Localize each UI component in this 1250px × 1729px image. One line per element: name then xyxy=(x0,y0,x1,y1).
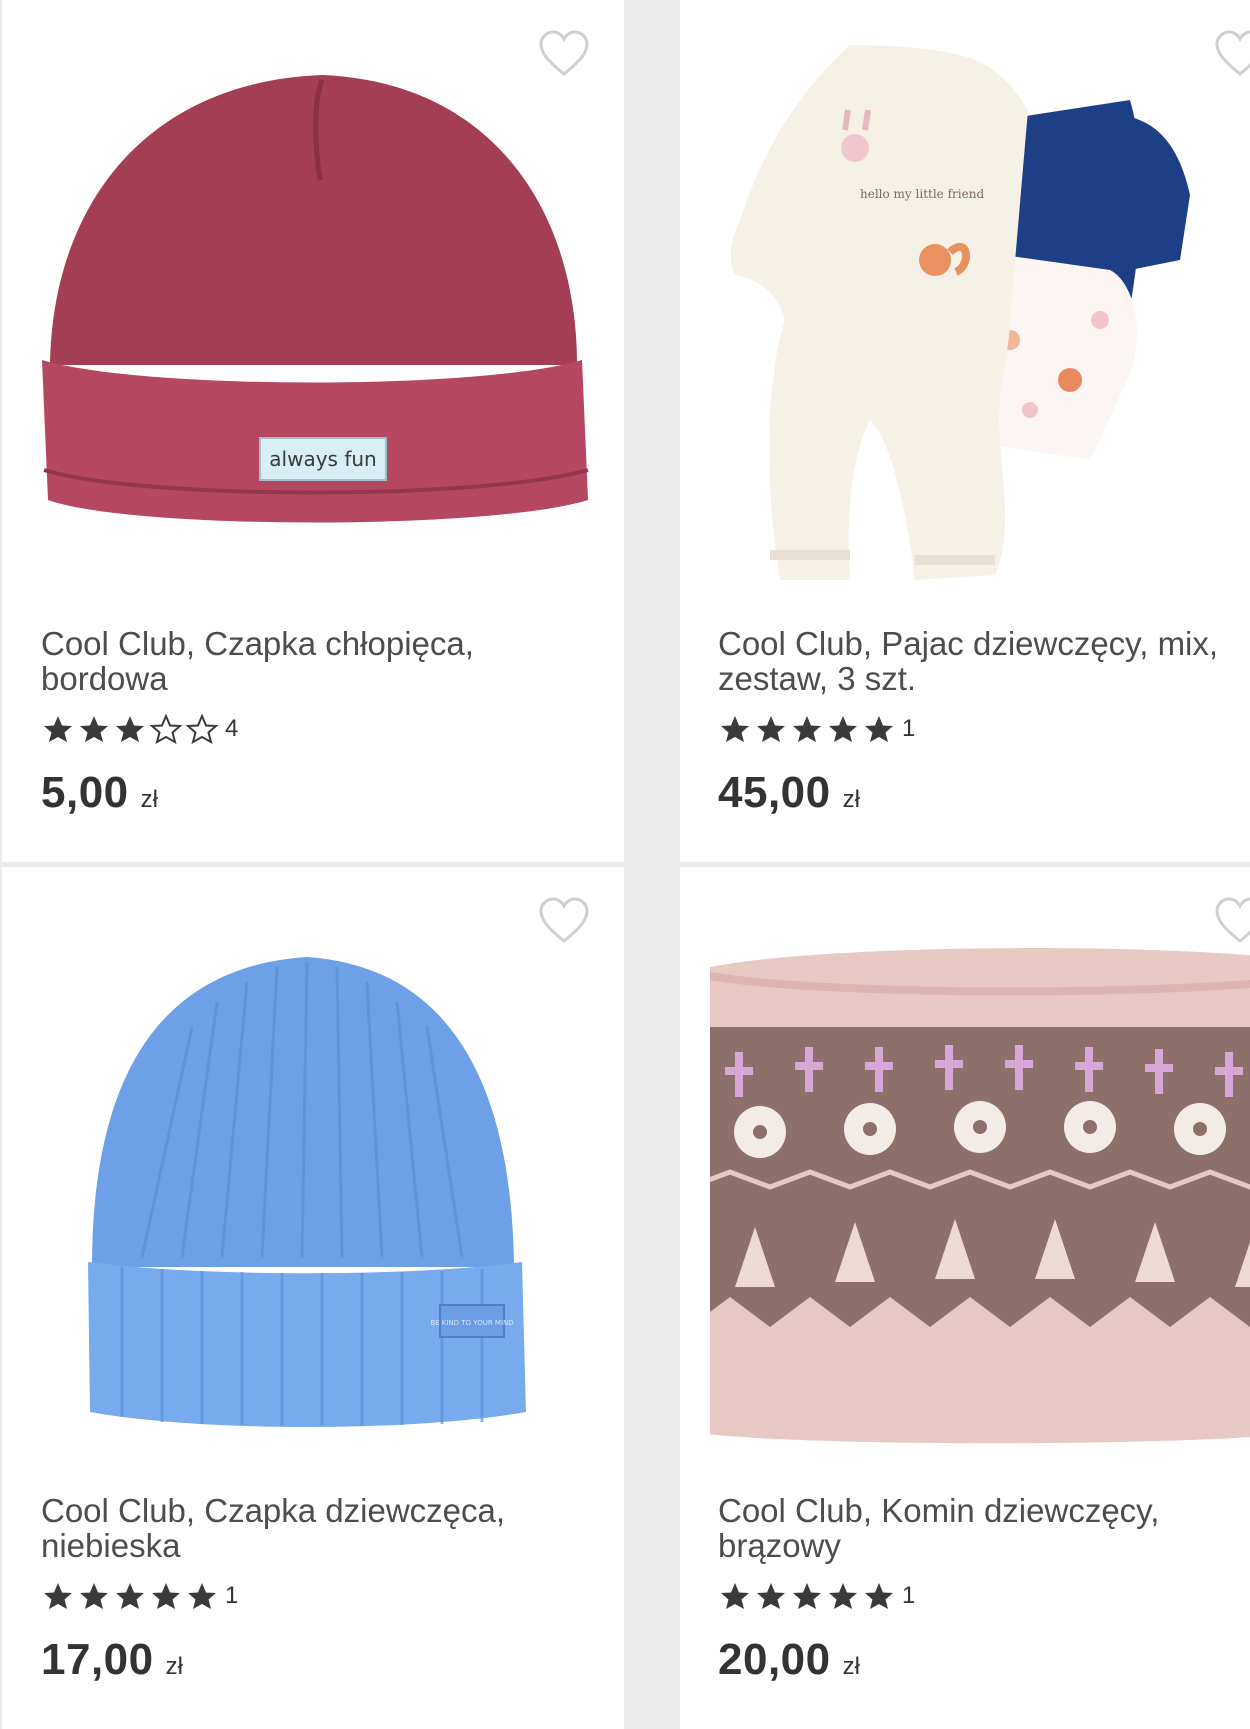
product-card[interactable]: BE KIND TO YOUR MIND Cool Club, Czapka d… xyxy=(2,867,624,1729)
rating-count: 1 xyxy=(225,1582,239,1609)
product-price: 20,00 zł xyxy=(718,1635,860,1685)
price-amount: 5,00 xyxy=(41,768,129,817)
star-filled-icon xyxy=(829,716,857,742)
rating-stars xyxy=(718,714,898,744)
price-amount: 45,00 xyxy=(718,768,831,817)
star-filled-icon xyxy=(80,716,108,742)
product-price: 5,00 zł xyxy=(41,768,158,818)
star-filled-icon xyxy=(757,716,785,742)
star-outline-icon xyxy=(149,714,183,744)
price-currency: zł xyxy=(842,786,860,813)
hat-patch-label: BE KIND TO YOUR MIND xyxy=(430,1319,513,1327)
product-title[interactable]: Cool Club, Pajac dziewczęcy, mix, zestaw… xyxy=(718,626,1238,696)
price-amount: 17,00 xyxy=(41,1635,154,1684)
rating-count: 1 xyxy=(902,1582,916,1609)
rating-count: 4 xyxy=(225,715,239,742)
product-title[interactable]: Cool Club, Komin dziewczęcy, brązowy xyxy=(718,1493,1238,1563)
baby-romper-set-product-image[interactable]: hello my little friend xyxy=(710,20,1250,600)
price-amount: 20,00 xyxy=(718,1635,831,1684)
product-card[interactable]: Cool Club, Komin dziewczęcy, brązowy 1 2… xyxy=(680,867,1250,1729)
star-filled-icon xyxy=(116,1583,144,1609)
product-rating: 4 xyxy=(41,712,238,746)
product-title[interactable]: Cool Club, Czapka dziewczęca, niebieska xyxy=(41,1493,561,1563)
star-filled-icon xyxy=(793,716,821,742)
product-title[interactable]: Cool Club, Czapka chłopięca, bordowa xyxy=(41,626,561,696)
star-filled-icon xyxy=(829,1583,857,1609)
product-price: 45,00 zł xyxy=(718,768,860,818)
product-rating: 1 xyxy=(41,1579,238,1613)
price-currency: zł xyxy=(842,1653,860,1680)
rating-stars xyxy=(41,1581,221,1611)
star-filled-icon xyxy=(865,1583,893,1609)
rating-count: 1 xyxy=(902,715,916,742)
star-filled-icon xyxy=(44,716,72,742)
star-filled-icon xyxy=(757,1583,785,1609)
star-filled-icon xyxy=(80,1583,108,1609)
hat-tag-label: always fun xyxy=(269,447,376,471)
product-price: 17,00 zł xyxy=(41,1635,183,1685)
rating-stars xyxy=(41,714,221,744)
product-card[interactable]: hello my little friend Cool Club, Pajac … xyxy=(680,0,1250,862)
price-currency: zł xyxy=(140,786,158,813)
star-filled-icon xyxy=(152,1583,180,1609)
product-rating: 1 xyxy=(718,1579,915,1613)
star-filled-icon xyxy=(116,716,144,742)
product-rating: 1 xyxy=(718,712,915,746)
blue-knit-beanie-product-image[interactable]: BE KIND TO YOUR MIND xyxy=(22,887,602,1467)
price-currency: zł xyxy=(165,1653,183,1680)
star-filled-icon xyxy=(721,716,749,742)
fair-isle-snood-product-image[interactable] xyxy=(710,887,1250,1467)
product-card[interactable]: always fun Cool Club, Czapka chłopięca, … xyxy=(2,0,624,862)
star-filled-icon xyxy=(721,1583,749,1609)
rating-stars xyxy=(718,1581,898,1611)
burgundy-beanie-product-image[interactable]: always fun xyxy=(22,20,602,600)
star-filled-icon xyxy=(44,1583,72,1609)
star-outline-icon xyxy=(185,714,219,744)
star-filled-icon xyxy=(865,716,893,742)
star-filled-icon xyxy=(793,1583,821,1609)
romper-print-text: hello my little friend xyxy=(860,187,984,201)
star-filled-icon xyxy=(188,1583,216,1609)
